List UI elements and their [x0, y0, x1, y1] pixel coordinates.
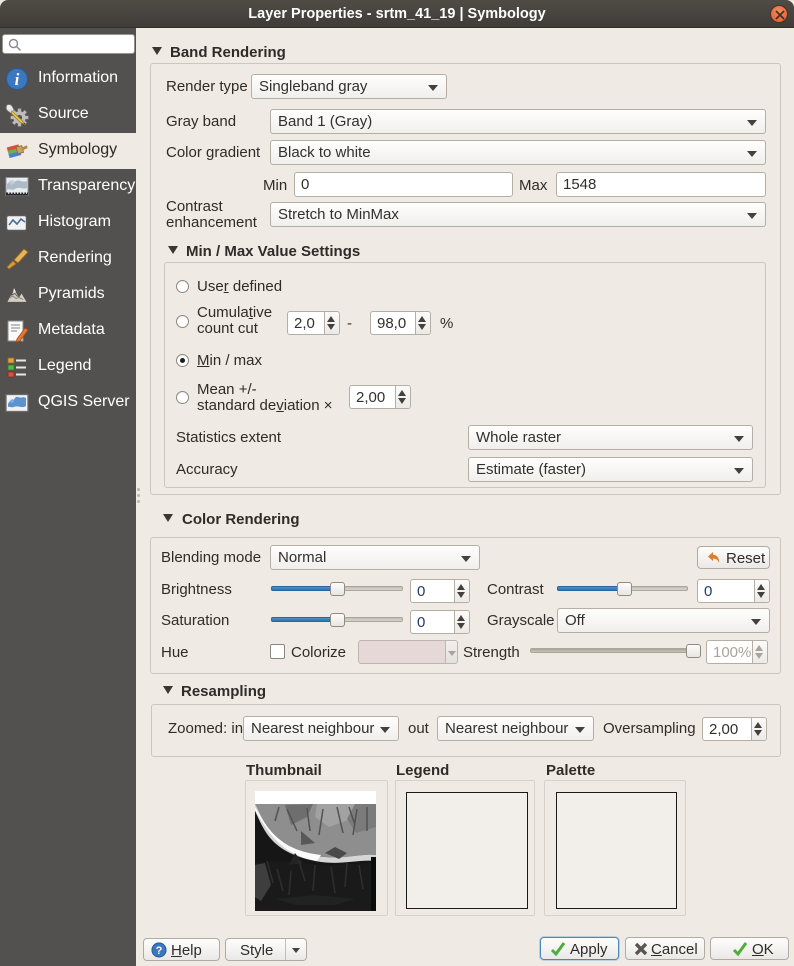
svg-text:?: ? [156, 945, 163, 957]
